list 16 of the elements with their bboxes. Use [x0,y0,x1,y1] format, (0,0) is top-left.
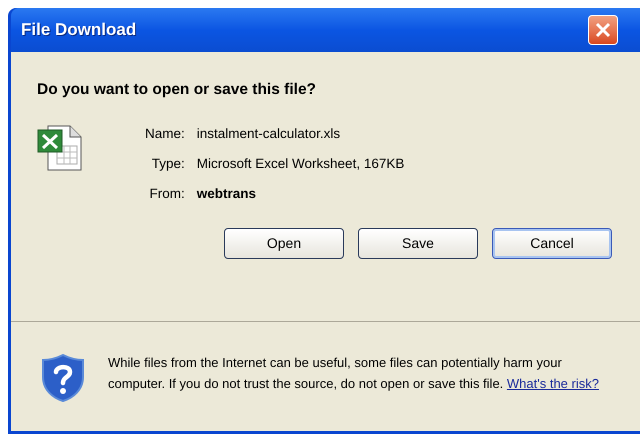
close-button[interactable] [588,15,618,45]
shield-help-icon [41,353,85,403]
dialog-button[interactable]: Save [358,228,478,260]
window-title: File Download [21,19,136,42]
dialog-button[interactable]: Open [224,228,344,260]
field-value: Microsoft Excel Worksheet, 167KB [196,155,404,174]
field-value: instalment-calculator.xls [196,125,342,144]
field-label: Type: [150,155,185,174]
close-icon [595,22,612,38]
field-label: Name: [145,125,185,144]
warning-text: While files from the Internet can be useful, some files can potentially harm your computer. If you do not trust the source, do not open or save this file. What's the risk? [108,354,600,393]
field-value: webtrans [196,185,258,204]
field-label: From: [148,185,185,204]
risk-link[interactable]: What's the risk? [506,376,599,391]
dialog-button[interactable]: Cancel [492,228,612,260]
question-text: Do you want to open or save this file? [37,80,318,100]
